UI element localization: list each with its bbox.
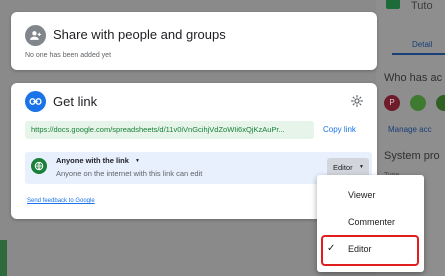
caret-down-icon[interactable]: ▼ bbox=[135, 158, 140, 164]
role-value: Editor bbox=[333, 163, 353, 172]
highlight-annotation bbox=[321, 235, 419, 266]
link-url-field[interactable]: https://docs.google.com/spreadsheets/d/1… bbox=[25, 121, 314, 139]
access-description: Anyone on the internet with this link ca… bbox=[56, 169, 203, 178]
manage-access-link: Manage acc bbox=[388, 125, 432, 134]
globe-icon bbox=[31, 158, 47, 174]
tab-underline bbox=[392, 53, 445, 55]
background-accent bbox=[0, 240, 7, 276]
avatar: P bbox=[384, 95, 400, 111]
person-add-icon bbox=[25, 25, 46, 46]
share-with-people-card[interactable]: Share with people and groups No one has … bbox=[11, 12, 377, 70]
avatar-partial bbox=[436, 95, 445, 111]
menu-item-commenter[interactable]: Commenter bbox=[317, 209, 424, 235]
document-title: Tuto bbox=[411, 0, 433, 12]
access-scope-dropdown[interactable]: Anyone with the link bbox=[56, 156, 129, 165]
caret-down-icon: ▼ bbox=[359, 164, 364, 170]
share-subtitle: No one has been added yet bbox=[25, 52, 112, 59]
avatar-link bbox=[410, 95, 426, 111]
gear-icon[interactable] bbox=[350, 94, 364, 108]
share-title: Share with people and groups bbox=[53, 27, 226, 42]
who-has-access-heading: Who has ac bbox=[384, 72, 443, 84]
menu-item-viewer[interactable]: Viewer bbox=[317, 182, 424, 208]
copy-link-button[interactable]: Copy link bbox=[323, 125, 356, 134]
send-feedback-link[interactable]: Send feedback to Google bbox=[27, 198, 95, 204]
system-properties-heading: System pro bbox=[384, 150, 440, 162]
get-link-title: Get link bbox=[53, 94, 98, 109]
tab-details: Detail bbox=[412, 40, 433, 49]
menu-item-label: Commenter bbox=[348, 217, 396, 227]
link-icon bbox=[25, 91, 46, 112]
sheets-icon bbox=[386, 0, 400, 9]
menu-item-label: Viewer bbox=[348, 190, 376, 200]
